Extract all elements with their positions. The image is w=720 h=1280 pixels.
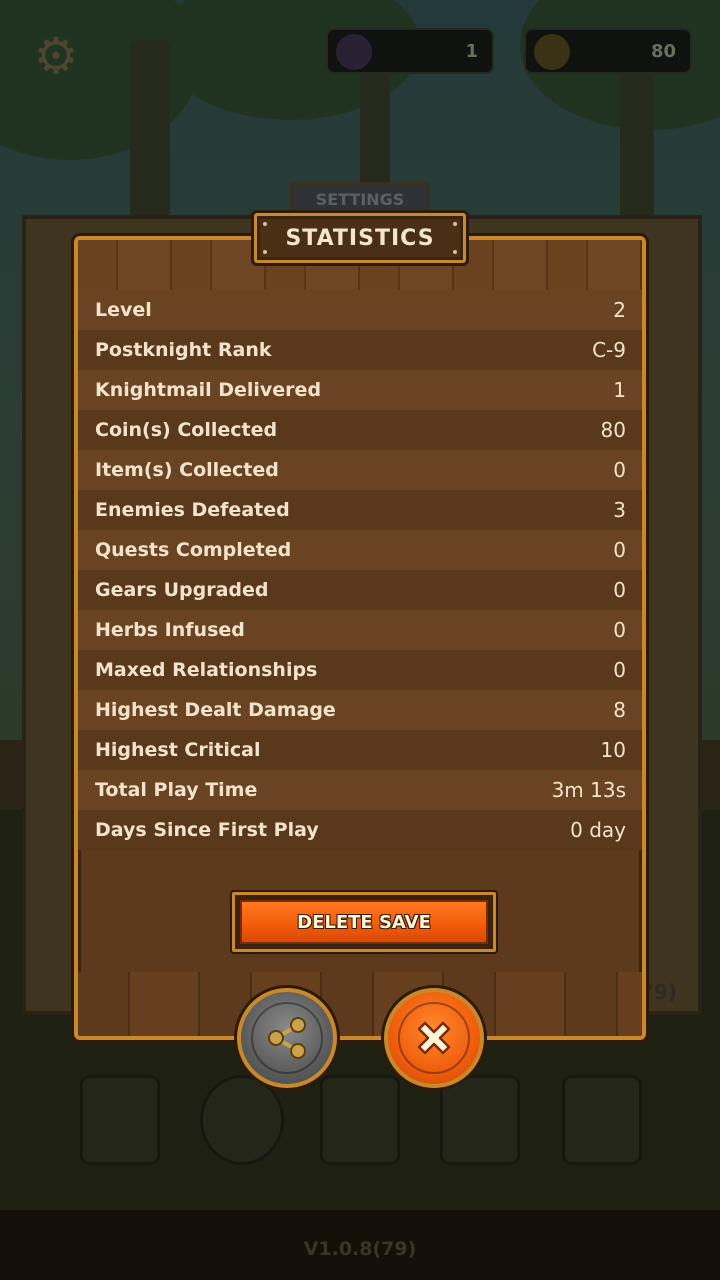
share-button[interactable] — [237, 988, 337, 1088]
coin-icon — [534, 34, 570, 70]
panel-title-text: STATISTICS — [285, 225, 435, 251]
gem-counter: 1 — [326, 28, 494, 74]
stat-value: 80 — [600, 418, 626, 442]
stat-value: 0 — [613, 458, 626, 482]
journal-icon — [80, 1075, 160, 1165]
statistics-list: Level 2 Postknight Rank C-9 Knightmail Deliv… — [78, 290, 642, 850]
stat-label: Quests Completed — [95, 539, 292, 561]
version-label: V1.0.8(79) — [303, 1238, 417, 1260]
panel-title: STATISTICS — [254, 213, 466, 263]
share-button-face — [251, 1002, 323, 1074]
stat-row: Gears Upgraded 0 — [78, 570, 642, 610]
stat-row: Highest Critical 10 — [78, 730, 642, 770]
stat-label: Total Play Time — [95, 779, 258, 801]
stat-row: Knightmail Delivered 1 — [78, 370, 642, 410]
delete-save-button[interactable]: DELETE SAVE — [240, 900, 488, 944]
statistics-panel: Level 2 Postknight Rank C-9 Knightmail Deliv… — [74, 236, 646, 1040]
stat-label: Knightmail Delivered — [95, 379, 322, 401]
rivet — [263, 222, 267, 226]
stat-value: 10 — [600, 738, 626, 762]
stat-value: 3 — [613, 498, 626, 522]
stat-value: 0 day — [570, 818, 626, 842]
stat-value: 0 — [613, 538, 626, 562]
stat-row: Maxed Relationships 0 — [78, 650, 642, 690]
delete-save-frame: DELETE SAVE — [232, 892, 496, 952]
stat-row: Highest Dealt Damage 8 — [78, 690, 642, 730]
stat-row: Item(s) Collected 0 — [78, 450, 642, 490]
stat-value: 1 — [613, 378, 626, 402]
stat-label: Item(s) Collected — [95, 459, 279, 481]
stat-row: Postknight Rank C-9 — [78, 330, 642, 370]
stat-value: 0 — [613, 658, 626, 682]
stat-row: Coin(s) Collected 80 — [78, 410, 642, 450]
tree-trunk — [130, 40, 170, 220]
coin-count: 80 — [650, 40, 676, 62]
stat-label: Highest Critical — [95, 739, 261, 761]
tree-trunk — [620, 70, 654, 220]
stat-label: Maxed Relationships — [95, 659, 318, 681]
panel-bottom-planks — [78, 972, 642, 1036]
stat-value: 3m 13s — [551, 778, 626, 802]
stat-label: Enemies Defeated — [95, 499, 290, 521]
stat-label: Gears Upgraded — [95, 579, 269, 601]
close-icon — [417, 1021, 451, 1055]
stat-value: 2 — [613, 298, 626, 322]
gear-icon[interactable]: ⚙ — [30, 30, 82, 82]
cards-icon — [320, 1075, 400, 1165]
stat-label: Postknight Rank — [95, 339, 272, 361]
stat-value: 8 — [613, 698, 626, 722]
stat-value: 0 — [613, 618, 626, 642]
share-icon — [268, 1017, 306, 1059]
stat-row: Total Play Time 3m 13s — [78, 770, 642, 810]
stat-row: Days Since First Play 0 day — [78, 810, 642, 850]
gem-icon — [336, 34, 372, 70]
rivet — [263, 250, 267, 254]
stat-label: Days Since First Play — [95, 819, 319, 841]
medal-icon — [200, 1075, 284, 1165]
coin-counter: 80 — [524, 28, 692, 74]
stat-value: 0 — [613, 578, 626, 602]
stat-label: Coin(s) Collected — [95, 419, 278, 441]
inventory-icon — [440, 1075, 520, 1165]
close-button-face — [398, 1002, 470, 1074]
rivet — [453, 250, 457, 254]
stat-row: Quests Completed 0 — [78, 530, 642, 570]
stat-row: Level 2 — [78, 290, 642, 330]
gem-count: 1 — [465, 40, 478, 62]
stat-label: Highest Dealt Damage — [95, 699, 336, 721]
rivet — [453, 222, 457, 226]
close-button[interactable] — [384, 988, 484, 1088]
stat-value: C-9 — [592, 338, 626, 362]
pouch-icon — [562, 1075, 642, 1165]
stat-label: Level — [95, 299, 152, 321]
stat-row: Herbs Infused 0 — [78, 610, 642, 650]
stat-label: Herbs Infused — [95, 619, 245, 641]
stat-row: Enemies Defeated 3 — [78, 490, 642, 530]
